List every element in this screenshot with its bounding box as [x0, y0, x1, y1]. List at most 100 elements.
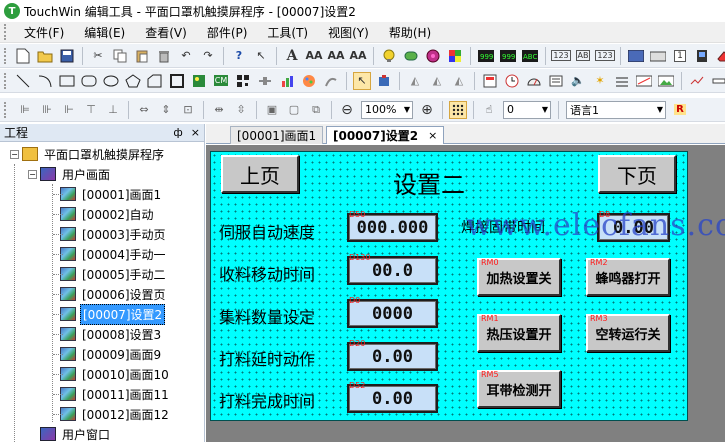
eraser-icon[interactable]: [715, 47, 725, 65]
slider-icon[interactable]: [256, 72, 274, 90]
paint-icon[interactable]: [300, 72, 318, 90]
tree-user-screens[interactable]: − 用户画面: [0, 164, 204, 184]
multi-state-icon[interactable]: [446, 47, 464, 65]
tree-screen-item[interactable]: [00001]画面1: [0, 184, 204, 204]
numeric-input-icon[interactable]: 999: [499, 47, 517, 65]
group-icon[interactable]: ▣: [263, 101, 281, 119]
text-icon[interactable]: A: [283, 47, 301, 65]
hand-icon[interactable]: ☝: [480, 101, 498, 119]
text-large-icon[interactable]: AA: [305, 47, 323, 65]
pin-icon[interactable]: ф: [173, 126, 182, 139]
arc-icon[interactable]: [36, 72, 54, 90]
tree-root[interactable]: − 平面口罩机触摸屏程序: [0, 144, 204, 164]
undo-icon[interactable]: ↶: [177, 47, 195, 65]
language-select[interactable]: 语言1 ▼: [566, 100, 666, 119]
help-icon[interactable]: ?: [230, 47, 248, 65]
menu-help[interactable]: 帮助(H): [379, 24, 441, 41]
heat-set-button[interactable]: RM0 加热设置关: [477, 258, 561, 296]
flow-icon[interactable]: [613, 72, 631, 90]
keyboard-icon[interactable]: [649, 47, 667, 65]
toolbar-grip[interactable]: [4, 72, 6, 89]
idle-run-button[interactable]: RM3 空转运行关: [586, 314, 670, 352]
tree-screen-item[interactable]: [00003]手动页: [0, 224, 204, 244]
grid-icon[interactable]: [449, 100, 467, 119]
select-pointer-icon[interactable]: ↖: [353, 71, 371, 90]
collect-count-field[interactable]: D0 0000: [347, 296, 438, 328]
tree-screen-item[interactable]: [00005]手动二: [0, 264, 204, 284]
align-objects-middle-icon[interactable]: ⊥: [104, 101, 122, 119]
record-icon[interactable]: [547, 72, 565, 90]
toolbar-grip[interactable]: [4, 24, 8, 40]
tree-screen-item[interactable]: [00012]画面12: [0, 404, 204, 424]
punch-delay-field[interactable]: D20 0.00: [347, 339, 438, 371]
switch-icon[interactable]: [402, 47, 420, 65]
open-folder-icon[interactable]: [36, 47, 54, 65]
close-icon[interactable]: ×: [428, 129, 437, 142]
layer-select[interactable]: 0 ▼: [503, 100, 551, 119]
tree-user-windows[interactable]: 用户窗口: [0, 424, 204, 442]
chart-icon[interactable]: [278, 72, 296, 90]
space-vertical-icon[interactable]: ⇳: [232, 101, 250, 119]
char-display-icon[interactable]: ABC: [521, 47, 539, 65]
num-123-icon[interactable]: 123: [551, 47, 571, 65]
bulb-icon[interactable]: [380, 47, 398, 65]
text-ab-icon[interactable]: AB: [574, 47, 592, 65]
language-edit-icon[interactable]: R: [671, 101, 689, 119]
delete-icon[interactable]: [155, 47, 173, 65]
meter-icon[interactable]: [635, 72, 653, 90]
polygon-icon[interactable]: [124, 72, 142, 90]
servo-speed-field[interactable]: D50 000.000: [347, 210, 438, 242]
new-file-icon[interactable]: [14, 47, 32, 65]
light-icon[interactable]: ✶: [591, 72, 609, 90]
align-left-icon[interactable]: ◭: [406, 72, 424, 90]
tree-screen-item[interactable]: [00002]自动: [0, 204, 204, 224]
same-width-icon[interactable]: ⇔: [135, 101, 153, 119]
align-objects-center-icon[interactable]: ⊪: [38, 101, 56, 119]
hmi-screen-canvas[interactable]: 上页 设置二 下页 伺服自动速度 收料移动时间 集料数量设定 打料延时动作 打料…: [210, 151, 725, 421]
space-horizontal-icon[interactable]: ⇹: [210, 101, 228, 119]
menu-window[interactable]: 视图(Y): [318, 24, 379, 41]
toolbar-grip[interactable]: [4, 47, 6, 64]
collapse-icon[interactable]: −: [10, 149, 19, 159]
paste-icon[interactable]: [133, 47, 151, 65]
align-right-icon[interactable]: ◭: [450, 72, 468, 90]
menu-view[interactable]: 查看(V): [135, 24, 197, 41]
line-icon[interactable]: [14, 72, 32, 90]
menu-file[interactable]: 文件(F): [14, 24, 74, 41]
text-small-icon[interactable]: AA: [349, 47, 367, 65]
zoom-in-icon[interactable]: ⊕: [418, 101, 436, 119]
align-objects-right-icon[interactable]: ⊩: [60, 101, 78, 119]
ellipse-icon[interactable]: [102, 72, 120, 90]
bar-icon[interactable]: [710, 72, 725, 90]
menu-tools[interactable]: 工具(T): [257, 24, 318, 41]
collapse-icon[interactable]: −: [28, 169, 37, 179]
tab-screen1[interactable]: [00001]画面1: [230, 126, 324, 144]
frame-icon[interactable]: [168, 72, 186, 90]
menu-parts[interactable]: 部件(P): [197, 24, 258, 41]
audio-icon[interactable]: 🔈: [569, 72, 587, 90]
collect-time-field[interactable]: D130 00.0: [347, 253, 438, 285]
tree-screen-item[interactable]: [00006]设置页: [0, 284, 204, 304]
save-icon[interactable]: [58, 47, 76, 65]
buzzer-button[interactable]: RM2 蜂鸣器打开: [586, 258, 670, 296]
rectangle-icon[interactable]: [58, 72, 76, 90]
ungroup-icon[interactable]: ▢: [285, 101, 303, 119]
qr-icon[interactable]: [234, 72, 252, 90]
cut-icon[interactable]: ✂: [89, 47, 107, 65]
pentagon-icon[interactable]: [146, 72, 164, 90]
device-icon[interactable]: [693, 47, 711, 65]
trend-icon[interactable]: [688, 72, 706, 90]
toolbar-grip[interactable]: [4, 101, 8, 118]
prev-page-button[interactable]: 上页: [221, 155, 299, 193]
press-set-button[interactable]: RM1 热压设置开: [477, 314, 561, 352]
tree-screen-item[interactable]: [00008]设置3: [0, 324, 204, 344]
hand-draw-icon[interactable]: [322, 72, 340, 90]
punch-done-field[interactable]: D52 0.00: [347, 381, 438, 413]
same-size-icon[interactable]: ⊡: [179, 101, 197, 119]
function-key-icon[interactable]: 1: [671, 47, 689, 65]
tree-screen-item-selected[interactable]: [00007]设置2: [0, 303, 204, 325]
align-objects-top-icon[interactable]: ⊤: [82, 101, 100, 119]
alarm-icon[interactable]: [481, 72, 499, 90]
tree-screen-item[interactable]: [00009]画面9: [0, 344, 204, 364]
align-center-icon[interactable]: ◭: [428, 72, 446, 90]
